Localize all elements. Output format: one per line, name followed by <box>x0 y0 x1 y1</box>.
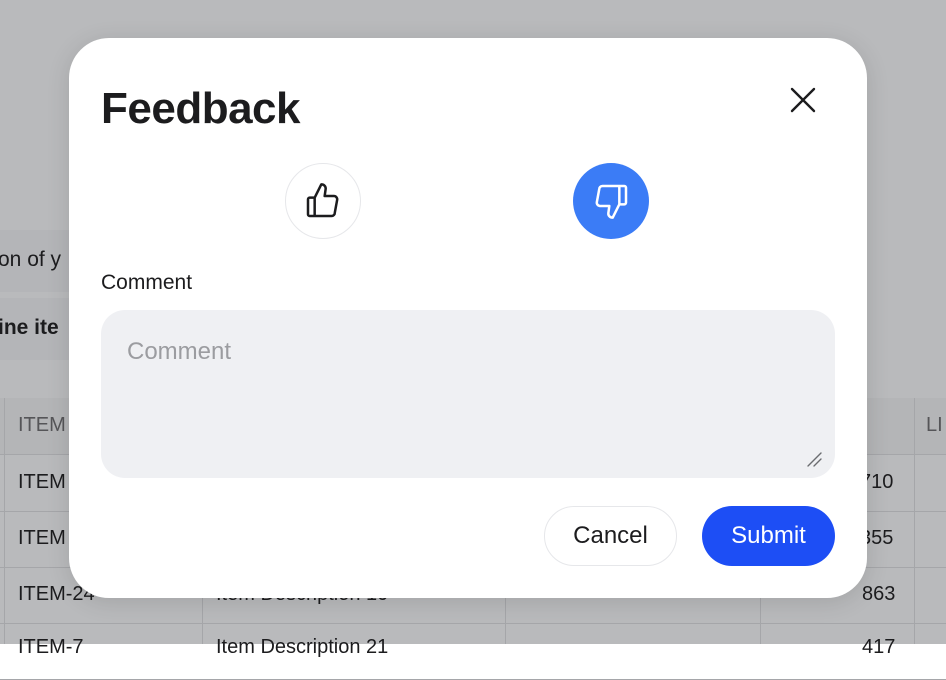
table-header-cell: LI <box>926 414 943 436</box>
background-text: on of y <box>0 248 62 271</box>
thumbs-down-button[interactable] <box>573 163 649 239</box>
table-cell: 863 <box>862 583 896 605</box>
background-heading: ine ite <box>0 316 59 339</box>
thumbs-down-icon <box>595 184 628 219</box>
thumbs-up-icon <box>306 183 339 218</box>
comment-field[interactable] <box>101 310 835 478</box>
dialog-title: Feedback <box>101 84 300 133</box>
table-cell: ITEM-7 <box>18 636 84 658</box>
feedback-dialog: Feedback Comment Cancel Submit <box>69 38 867 598</box>
table-row <box>0 623 946 680</box>
table-divider <box>4 398 5 644</box>
cancel-button[interactable]: Cancel <box>544 506 677 566</box>
close-icon <box>790 87 816 113</box>
comment-label: Comment <box>101 271 193 294</box>
table-header-cell: ITEM <box>18 414 66 436</box>
table-cell: ITEM <box>18 527 66 549</box>
table-divider <box>914 398 915 644</box>
thumbs-up-button[interactable] <box>285 163 361 239</box>
table-cell: ITEM <box>18 471 66 493</box>
table-cell: Item Description 21 <box>216 636 389 658</box>
resize-handle-icon[interactable] <box>805 450 823 468</box>
close-button[interactable] <box>785 82 821 118</box>
table-cell: 417 <box>862 636 896 658</box>
submit-button[interactable]: Submit <box>702 506 835 566</box>
